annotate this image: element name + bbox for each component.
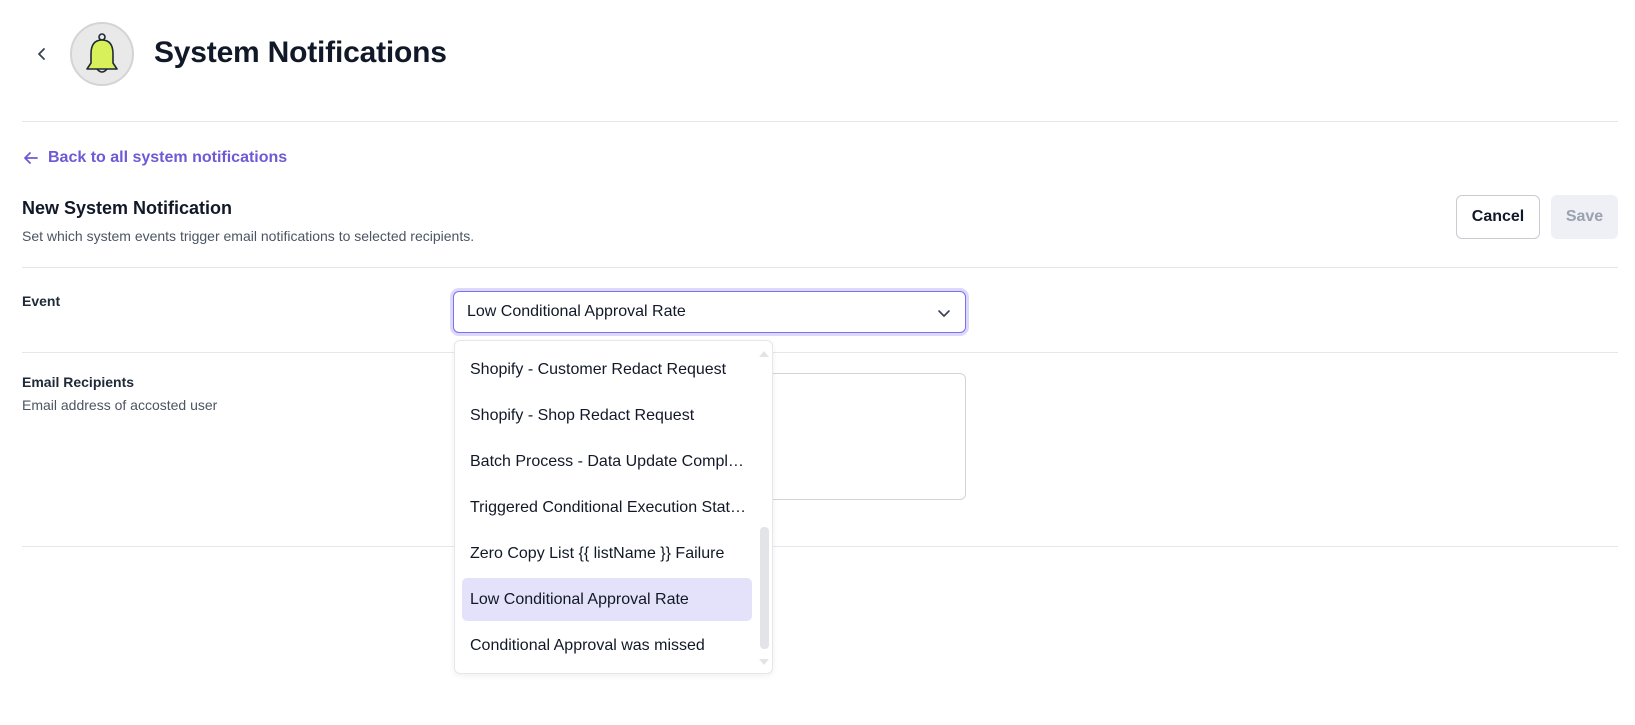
event-option[interactable]: Shopify - Shop Redact Request <box>462 394 752 437</box>
form-divider-top <box>22 267 1618 268</box>
event-option-selected[interactable]: Low Conditional Approval Rate <box>462 578 752 621</box>
event-option[interactable]: Conditional Approval was missed <box>462 624 752 667</box>
chevron-left-icon[interactable] <box>30 42 54 66</box>
page-title: System Notifications <box>154 36 447 69</box>
event-option[interactable]: Batch Process - Data Update Compl… <box>462 440 752 483</box>
back-link-label: Back to all system notifications <box>48 149 288 166</box>
form-title: New System Notification <box>22 198 233 218</box>
page-header: System Notifications <box>0 0 1635 121</box>
dropdown-scrollbar[interactable] <box>757 341 771 675</box>
scrollbar-thumb[interactable] <box>760 527 769 649</box>
header-divider <box>22 121 1618 122</box>
event-dropdown-menu: Shopify - Customer Redact Request Shopif… <box>454 340 773 674</box>
bell-icon <box>70 22 134 86</box>
form-divider-middle <box>22 352 1618 353</box>
event-label: Event <box>22 293 61 309</box>
email-recipients-description: Email address of accosted user <box>22 397 218 413</box>
event-option[interactable]: Shopify - Customer Redact Request <box>462 348 752 391</box>
chevron-down-icon <box>938 310 950 317</box>
form-subtitle: Set which system events trigger email no… <box>22 228 475 244</box>
scroll-down-arrow-icon[interactable] <box>759 659 769 665</box>
form-divider-bottom <box>22 546 1618 547</box>
scroll-up-arrow-icon[interactable] <box>759 351 769 357</box>
email-recipients-label: Email Recipients <box>22 374 135 390</box>
event-select-value: Low Conditional Approval Rate <box>467 303 686 320</box>
arrow-left-icon <box>24 152 38 164</box>
event-select[interactable]: Low Conditional Approval Rate <box>453 291 966 333</box>
cancel-button[interactable]: Cancel <box>1456 195 1540 239</box>
event-option[interactable]: Zero Copy List {{ listName }} Failure <box>462 532 752 575</box>
save-button[interactable]: Save <box>1551 195 1618 239</box>
event-option[interactable]: Triggered Conditional Execution Stat… <box>462 486 752 529</box>
back-to-notifications-link[interactable]: Back to all system notifications <box>22 149 287 167</box>
